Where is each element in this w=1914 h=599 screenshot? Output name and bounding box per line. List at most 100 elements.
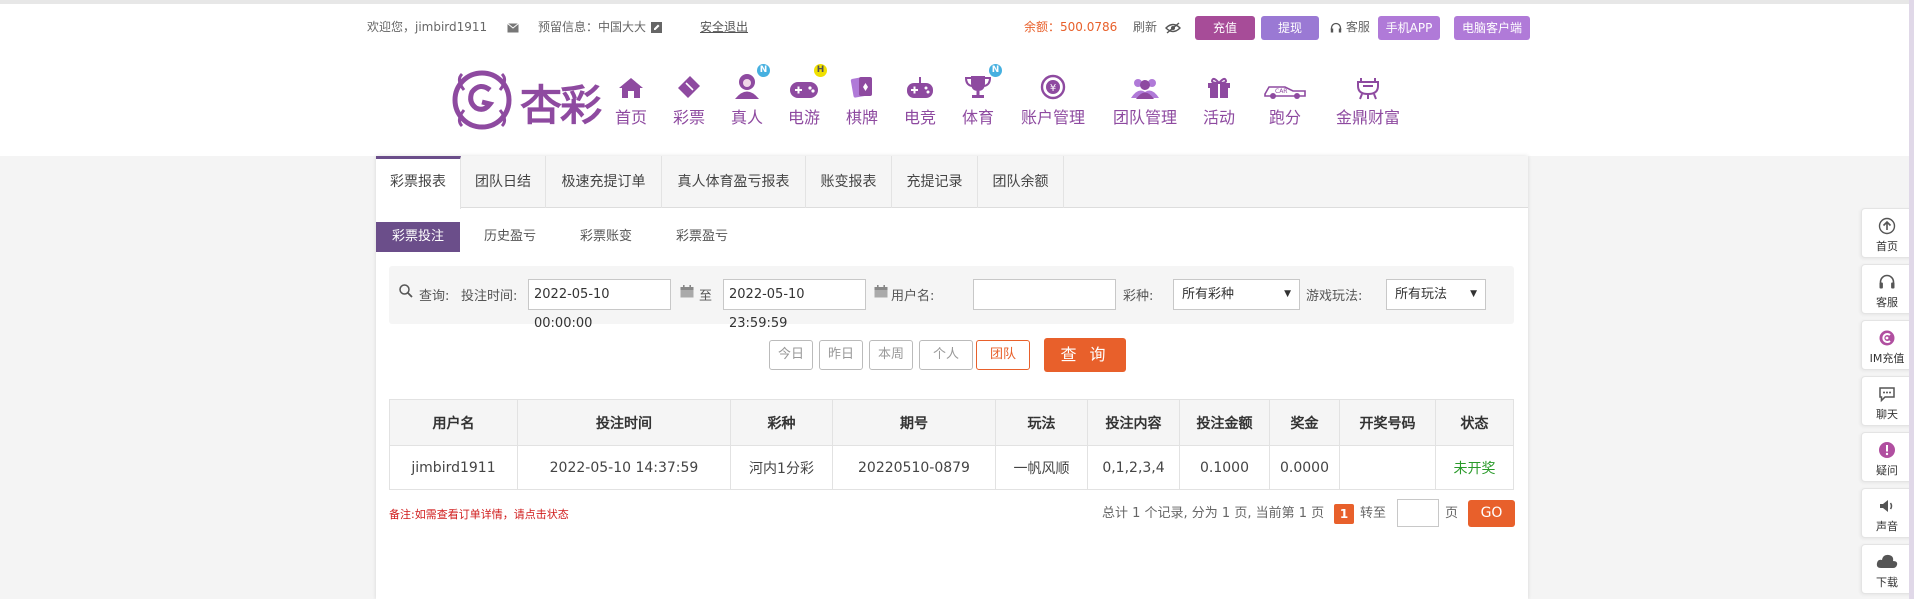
- cell-issue: 20220510-0879: [832, 445, 996, 490]
- col-issue: 期号: [832, 399, 996, 446]
- team-button[interactable]: 团队: [976, 340, 1030, 370]
- nav-sports-label: 体育: [961, 108, 994, 127]
- personal-button[interactable]: 个人: [919, 340, 973, 370]
- col-lottery: 彩种: [730, 399, 833, 446]
- nav-activity[interactable]: 活动: [1201, 66, 1237, 136]
- username-input[interactable]: [973, 279, 1116, 310]
- edit-icon[interactable]: [651, 16, 662, 38]
- start-time-input[interactable]: 2022-05-10 00:00:00: [528, 279, 671, 331]
- nav-lottery-label: 彩票: [672, 108, 705, 127]
- sidebar-download-label: 下载: [1876, 576, 1898, 589]
- tab-lottery-report[interactable]: 彩票报表: [376, 156, 461, 209]
- notice-text: 预留信息：中国大大: [538, 20, 647, 34]
- bets-table: 用户名 投注时间 彩种 期号 玩法 投注内容 投注金额 奖金 开奖号码 状态 j…: [389, 399, 1514, 490]
- recharge-button[interactable]: 充值: [1195, 16, 1255, 40]
- status-link[interactable]: 未开奖: [1435, 445, 1514, 490]
- svg-text:CAR: CAR: [1275, 88, 1287, 95]
- col-status: 状态: [1435, 399, 1514, 446]
- tab-deposit-records[interactable]: 充提记录: [892, 156, 978, 208]
- eye-off-icon[interactable]: [1165, 16, 1181, 38]
- sidebar-im-recharge-label: IM充值: [1869, 352, 1905, 365]
- col-amount: 投注金额: [1179, 399, 1270, 446]
- calendar-icon[interactable]: [680, 285, 694, 302]
- tab-account-change[interactable]: 账变报表: [806, 156, 892, 208]
- pc-client-button[interactable]: 电脑客户端: [1454, 16, 1530, 40]
- play-type-value: 所有玩法: [1395, 287, 1448, 302]
- cloud-download-icon: [1876, 554, 1898, 568]
- headset-icon: [1879, 274, 1895, 289]
- gamepad-icon: [790, 82, 818, 98]
- sidebar-item-sound[interactable]: 声音: [1861, 488, 1913, 538]
- nav-home[interactable]: 首页: [613, 66, 649, 136]
- nav-egame[interactable]: H 电游: [786, 64, 827, 136]
- nav-esports[interactable]: 电竞: [902, 66, 938, 136]
- logo[interactable]: 杏彩: [450, 64, 610, 134]
- table-header-row: 用户名 投注时间 彩种 期号 玩法 投注内容 投注金额 奖金 开奖号码 状态: [389, 399, 1514, 446]
- car-icon: CAR: [1264, 86, 1306, 99]
- search-button[interactable]: 查 询: [1044, 338, 1126, 372]
- this-week-button[interactable]: 本周: [869, 340, 913, 370]
- calendar-icon[interactable]: [874, 285, 888, 302]
- nav-live[interactable]: N 真人: [729, 64, 770, 136]
- sidebar-item-service[interactable]: 客服: [1861, 264, 1913, 314]
- play-type-select[interactable]: 所有玩法 ▼: [1386, 279, 1486, 310]
- nav-account[interactable]: ¥ 账户管理: [1018, 66, 1088, 136]
- current-page[interactable]: 1: [1334, 504, 1354, 524]
- nav-wealth[interactable]: 金鼎财富: [1333, 66, 1403, 136]
- sidebar-item-download[interactable]: 下载: [1861, 544, 1913, 594]
- tab-team-daily[interactable]: 团队日结: [461, 156, 546, 208]
- logout-link[interactable]: 安全退出: [700, 16, 748, 38]
- subtab-lottery-pl[interactable]: 彩票盈亏: [662, 222, 742, 252]
- report-panel: 彩票报表 团队日结 极速充提订单 真人体育盈亏报表 账变报表 充提记录 团队余额…: [376, 156, 1528, 599]
- report-tabs: 彩票报表 团队日结 极速充提订单 真人体育盈亏报表 账变报表 充提记录 团队余额: [376, 156, 1528, 209]
- team-icon: [1131, 79, 1159, 99]
- go-button[interactable]: GO: [1468, 500, 1515, 527]
- tab-team-balance[interactable]: 团队余额: [978, 156, 1064, 208]
- nav-lottery[interactable]: 彩票: [671, 66, 707, 136]
- nav-live-label: 真人: [730, 108, 763, 127]
- welcome-text: 欢迎您，jimbird1911: [367, 20, 488, 34]
- header: 杏彩 首页 彩票 N 真人 H 电游 棋牌 电竞 N 体育 ¥ 账户管理 团队管…: [0, 46, 1914, 156]
- refresh-link[interactable]: 刷新: [1133, 16, 1157, 38]
- page-label: 页: [1445, 506, 1459, 521]
- sidebar-item-home[interactable]: 首页: [1861, 208, 1913, 258]
- home-icon: [619, 78, 643, 98]
- cell-draw-number: [1339, 445, 1436, 490]
- subtab-lottery-bets[interactable]: 彩票投注: [376, 222, 460, 252]
- tab-fast-deposit[interactable]: 极速充提订单: [546, 156, 662, 208]
- lottery-type-label: 彩种:: [1123, 289, 1154, 304]
- headset-icon: [1330, 22, 1342, 32]
- balance: 余额：500.0786: [1024, 16, 1117, 38]
- nav-run[interactable]: CAR 跑分: [1262, 66, 1308, 136]
- cell-play: 一帆风顺: [995, 445, 1088, 490]
- subtab-lottery-changes[interactable]: 彩票账变: [566, 222, 646, 252]
- nav-wealth-label: 金鼎财富: [1335, 108, 1400, 127]
- goto-label: 转至: [1360, 506, 1387, 521]
- svg-text:¥: ¥: [1050, 83, 1056, 94]
- sidebar-item-question[interactable]: 疑问: [1861, 432, 1913, 482]
- nav-run-label: 跑分: [1268, 108, 1301, 127]
- lottery-type-value: 所有彩种: [1182, 287, 1235, 302]
- sidebar-item-chat[interactable]: 聊天: [1861, 376, 1913, 426]
- nav-sports[interactable]: N 体育: [960, 64, 1002, 136]
- page-input[interactable]: [1397, 499, 1439, 527]
- service-link[interactable]: 客服: [1330, 16, 1370, 38]
- sidebar-service-label: 客服: [1876, 296, 1898, 309]
- subtab-history-pl[interactable]: 历史盈亏: [470, 222, 550, 252]
- bet-time-label: 投注时间:: [461, 289, 518, 304]
- withdraw-button[interactable]: 提现: [1261, 16, 1319, 40]
- trophy-icon: [964, 76, 992, 98]
- nav-team[interactable]: 团队管理: [1110, 66, 1180, 136]
- mail-icon[interactable]: [507, 16, 519, 38]
- sidebar-item-im-recharge[interactable]: IM充值: [1861, 320, 1913, 370]
- tab-live-sports-report[interactable]: 真人体育盈亏报表: [662, 156, 806, 208]
- lottery-type-select[interactable]: 所有彩种 ▼: [1173, 279, 1300, 310]
- end-time-input[interactable]: 2022-05-10 23:59:59: [723, 279, 866, 331]
- col-prize: 奖金: [1269, 399, 1340, 446]
- balance-label: 余额：: [1024, 20, 1061, 34]
- yesterday-button[interactable]: 昨日: [819, 340, 863, 370]
- today-button[interactable]: 今日: [769, 340, 813, 370]
- mobile-app-button[interactable]: 手机APP: [1378, 16, 1440, 40]
- nav-cards[interactable]: 棋牌: [844, 66, 880, 136]
- window-scrollbar[interactable]: [1909, 0, 1914, 599]
